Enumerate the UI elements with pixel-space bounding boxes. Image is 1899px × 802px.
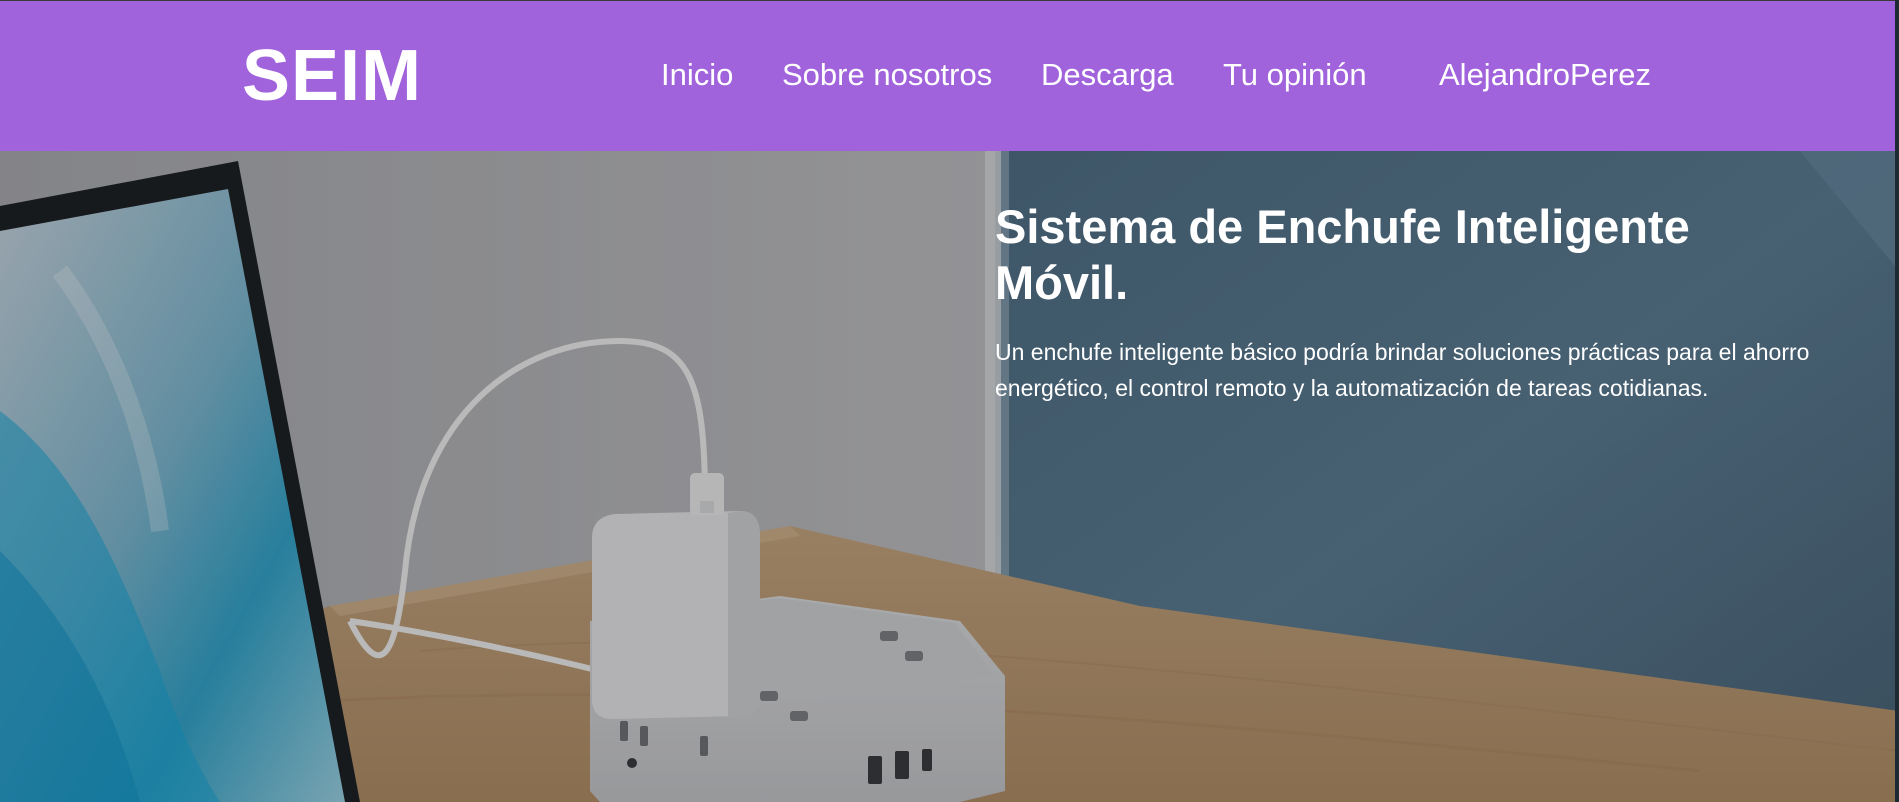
hero-title-line-2: Móvil. [995,256,1129,309]
hero-description-line-2: energético, el control remoto y la autom… [995,375,1709,401]
hero-title: Sistema de Enchufe Inteligente Móvil. [995,199,1755,311]
main-nav: Inicio Sobre nosotros Descarga Tu opinió… [0,53,1899,97]
site-header: SEIM Inicio Sobre nosotros Descarga Tu o… [0,0,1899,151]
nav-link-user-profile[interactable]: AlejandroPerez [1439,53,1651,97]
nav-link-tu-opinion[interactable]: Tu opinión [1223,53,1367,97]
nav-link-sobre-nosotros[interactable]: Sobre nosotros [782,53,992,97]
hero-description: Un enchufe inteligente básico podría bri… [995,334,1875,406]
page: SEIM Inicio Sobre nosotros Descarga Tu o… [0,0,1899,802]
window-right-edge [1895,0,1899,802]
hero-description-line-1: Un enchufe inteligente básico podría bri… [995,339,1810,365]
hero-section: Sistema de Enchufe Inteligente Móvil. Un … [0,151,1899,802]
nav-link-descarga[interactable]: Descarga [1041,53,1174,97]
nav-link-inicio[interactable]: Inicio [661,53,733,97]
hero-title-line-1: Sistema de Enchufe Inteligente [995,200,1690,253]
